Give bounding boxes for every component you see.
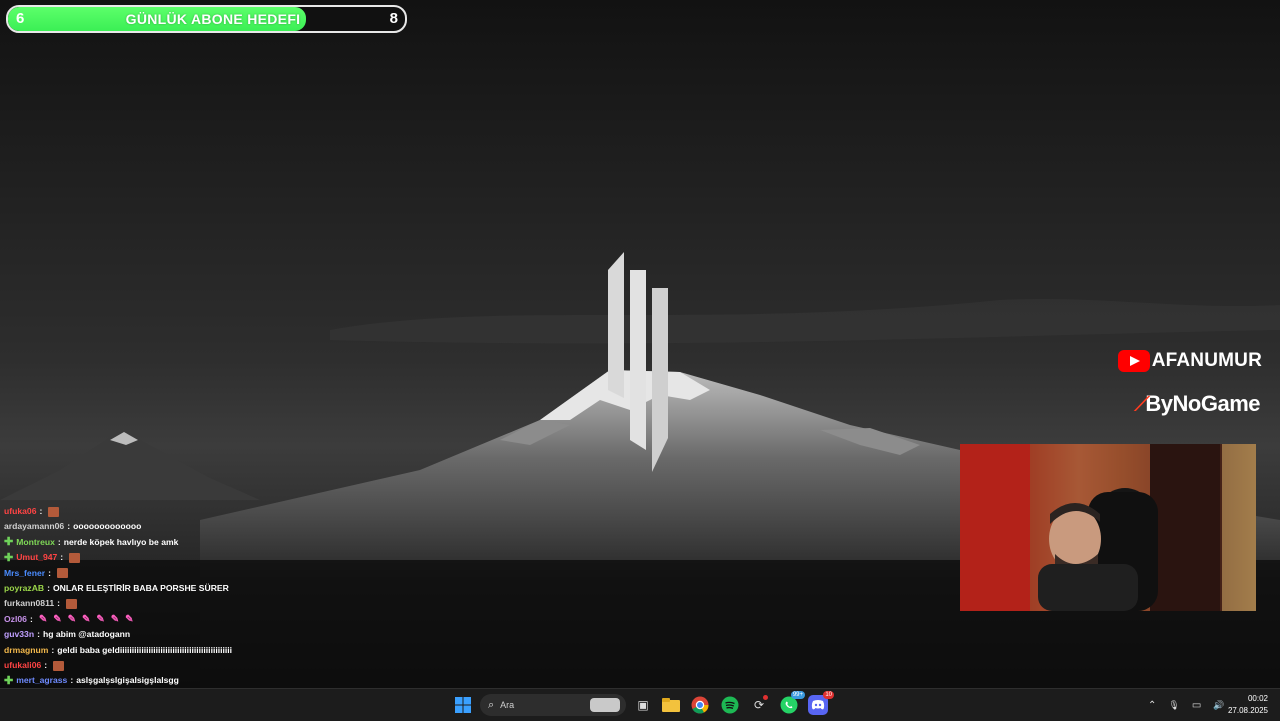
pink-emote-icon: ✎ (81, 613, 91, 625)
chat-separator: : (37, 629, 40, 640)
chrome-icon[interactable] (690, 695, 710, 715)
chat-text: ONLAR ELEŞTİRİR BABA PORSHE SÜRER (53, 582, 229, 593)
pink-emote-icon: ✎ (38, 613, 48, 625)
chat-message: Mrs_fener: (0, 566, 330, 581)
chat-emote-icon (56, 568, 68, 579)
chat-emote-icon (53, 660, 65, 671)
windows-start-icon[interactable] (453, 695, 473, 715)
chat-overlay: ufuka06: ardayamann06: ooooooooooooo ✚ Montr… (0, 504, 330, 716)
chat-username[interactable]: ufuka06 (4, 504, 36, 519)
subscriber-badge-icon: ✚ (4, 536, 14, 549)
chat-username[interactable]: furkann0811 (4, 596, 54, 611)
pink-emote-icon: ✎ (125, 613, 134, 625)
discord-badge: 10 (823, 691, 834, 699)
spotify-icon[interactable] (720, 695, 740, 715)
taskbar: ⌕ Ara ▣ ⟳ 99+ 10 ⌃ 🎙 ▭ 🔊 00:02 27.08.202… (0, 688, 1280, 721)
discord-icon[interactable]: 10 (808, 691, 834, 715)
chat-username[interactable]: Ozl06 (4, 612, 27, 627)
subscriber-badge-icon: ✚ (4, 551, 14, 564)
whatsapp-badge: 99+ (790, 691, 805, 699)
center-logo-icon (608, 252, 668, 472)
file-explorer-icon[interactable] (661, 695, 681, 715)
webcam-image (960, 444, 1256, 611)
display-icon[interactable]: ▭ (1192, 700, 1201, 711)
chat-message: ✚ Umut_947: (0, 550, 330, 565)
chat-username[interactable]: Mrs_fener (4, 566, 45, 581)
chat-message: ✚ Montreux: nerde köpek havlıyo be amk (0, 535, 330, 550)
search-placeholder: Ara (500, 700, 515, 710)
goal-target-count: 8 (389, 10, 398, 27)
chat-message: Ozl06: ✎ ✎ ✎ ✎ ✎ ✎ ✎ (0, 612, 330, 627)
chat-text: ooooooooooooo (73, 521, 142, 532)
chat-message: ✚ mert_agrass: aslşgalşslgişalsigşlalsgg (0, 673, 330, 688)
chat-separator: : (70, 675, 74, 686)
youtube-icon (1117, 350, 1150, 372)
pink-emote-icon: ✎ (67, 613, 76, 625)
chat-username[interactable]: mert_agrass (16, 673, 67, 688)
volume-icon[interactable]: 🔊 (1213, 700, 1224, 711)
sponsor-brand: ∕ ByNoGame (1136, 391, 1261, 417)
clock-date: 27.08.2025 (1227, 706, 1268, 715)
chat-separator: : (39, 506, 43, 516)
chat-text: aslşgalşslgişalsigşlalsgg (76, 675, 179, 686)
pink-emote-icon: ✎ (110, 613, 120, 625)
clock-time: 00:02 (1247, 694, 1268, 703)
chat-message: ufukali06: (0, 658, 330, 673)
chat-separator: : (47, 582, 50, 593)
chat-message: guv33n: hg abim @atadogann (0, 627, 330, 642)
chat-text: nerde köpek havlıyo be amk (63, 536, 179, 547)
app-icon-red-dot[interactable]: ⟳ (749, 695, 769, 715)
tray-expand-icon[interactable]: ⌃ (1148, 700, 1156, 711)
microphone-icon[interactable]: 🎙 (1168, 700, 1179, 711)
chat-message: drmagnum: geldi baba geldiiiiiiiiiiiiiiii… (0, 643, 330, 658)
chat-username[interactable]: poyrazAB (4, 581, 44, 596)
chat-separator: : (67, 521, 71, 532)
chat-username[interactable]: drmagnum (4, 643, 48, 658)
chat-message: poyrazAB: ONLAR ELEŞTİRİR BABA PORSHE SÜR… (0, 581, 330, 596)
chat-username[interactable]: Montreux (16, 535, 55, 550)
goal-title: GÜNLÜK ABONE HEDEFI (125, 11, 301, 27)
system-tray: ⌃ 🎙 ▭ 🔊 (1148, 689, 1225, 721)
chat-separator: : (44, 659, 48, 670)
task-view-icon[interactable]: ▣ (633, 695, 653, 715)
youtube-channel-brand: AFANUMUR (1117, 350, 1262, 372)
sponsor-name: ByNoGame (1145, 391, 1260, 416)
chat-separator: : (48, 567, 51, 578)
chat-separator: : (57, 598, 61, 609)
taskbar-search[interactable]: ⌕ Ara (480, 694, 626, 716)
chat-text: hg abim @atadogann (42, 629, 131, 640)
chat-text: geldi baba geldiiiiiiiiiiiiiiiiiiiiiiiii… (57, 644, 233, 655)
taskbar-clock[interactable]: 00:02 27.08.2025 (1228, 693, 1268, 717)
webcam-feed (960, 444, 1256, 611)
youtube-channel-name: AFANUMUR (1151, 350, 1262, 371)
chat-username[interactable]: Umut_947 (16, 550, 57, 565)
chat-username[interactable]: ufukali06 (4, 658, 41, 673)
search-highlight-icon (590, 698, 620, 712)
chat-message: ardayamann06: ooooooooooooo (0, 519, 330, 534)
chat-message: ufuka06: (0, 504, 330, 519)
chat-message: furkann0811: (0, 596, 330, 611)
pink-emote-icon: ✎ (53, 613, 62, 625)
subscriber-goal-bar: 6 GÜNLÜK ABONE HEDEFI 8 (6, 5, 407, 33)
chat-separator: : (60, 552, 64, 563)
chat-separator: : (29, 613, 33, 624)
whatsapp-icon[interactable]: 99+ (779, 691, 805, 715)
chat-emote-icon (48, 506, 60, 517)
chat-emote-icon (66, 599, 78, 610)
chat-username[interactable]: ardayamann06 (4, 519, 64, 534)
subscriber-badge-icon: ✚ (4, 674, 14, 687)
chat-username[interactable]: guv33n (4, 627, 34, 642)
chat-emote-icon (69, 552, 81, 563)
pink-emote-icon: ✎ (96, 613, 105, 625)
search-icon: ⌕ (488, 698, 495, 711)
chat-separator: : (57, 536, 61, 547)
chat-separator: : (51, 644, 55, 655)
